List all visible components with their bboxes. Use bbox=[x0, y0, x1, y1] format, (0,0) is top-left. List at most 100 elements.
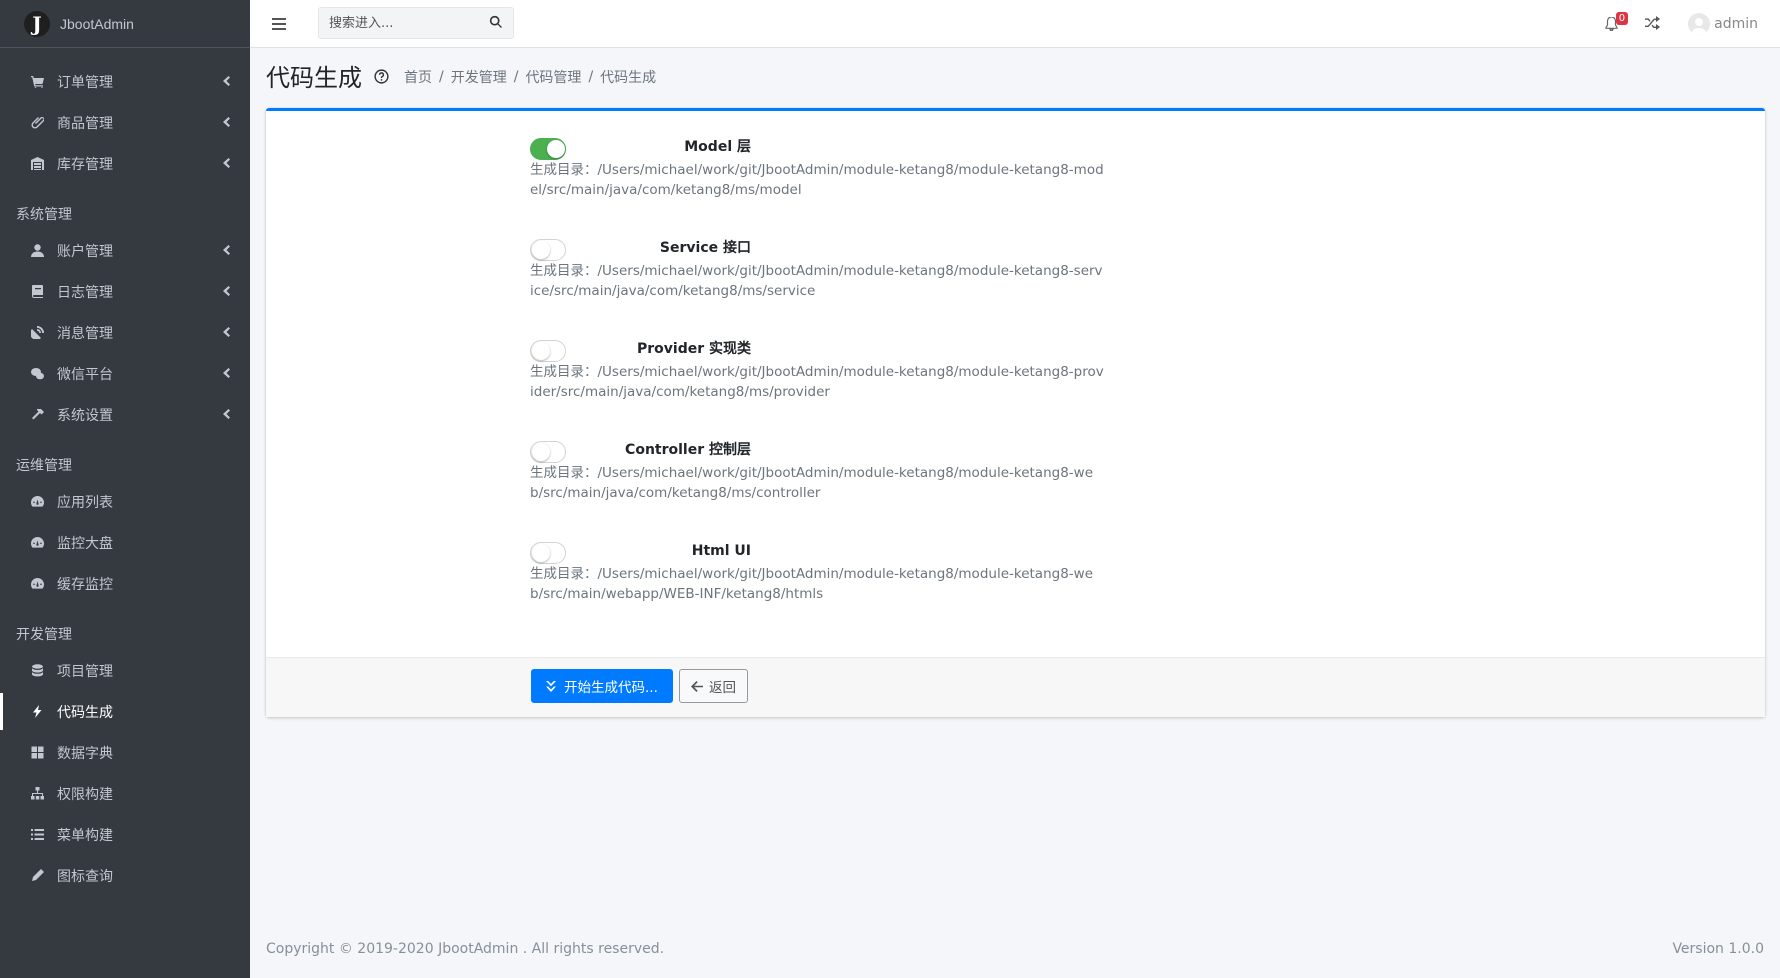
chevron-left-icon bbox=[220, 325, 232, 339]
sidebar-item-grid[interactable]: 数据字典 bbox=[0, 732, 250, 773]
topbar-right: 0 admin bbox=[1600, 0, 1758, 48]
breadcrumb-code-management[interactable]: 代码管理 bbox=[525, 67, 581, 87]
tachometer-icon bbox=[29, 576, 45, 592]
form-row-label: Service 接口 bbox=[659, 240, 751, 256]
sidebar-section-header: 开发管理 bbox=[16, 627, 72, 643]
sidebar-item-satellite-dish[interactable]: 消息管理 bbox=[0, 312, 250, 353]
notifications-button[interactable]: 0 bbox=[1600, 12, 1629, 35]
list-icon bbox=[29, 827, 45, 843]
avatar bbox=[1688, 13, 1711, 35]
sidebar-nav: 订单管理 商品管理 库存管理 系统管理 账户管理 日志管理 消息管理 微信平台 系统设置 运维管理… bbox=[0, 48, 250, 896]
double-chevron-down-icon bbox=[546, 680, 556, 692]
sidebar-item-label: 应用列表 bbox=[57, 494, 113, 511]
sidebar-item-label: 账户管理 bbox=[57, 243, 113, 260]
hammer-icon bbox=[29, 407, 45, 423]
grid-icon bbox=[29, 745, 45, 761]
sidebar-item-label: 商品管理 bbox=[57, 115, 113, 132]
generate-code-button[interactable]: 开始生成代码... bbox=[531, 669, 673, 703]
breadcrumb-current: 代码生成 bbox=[600, 70, 657, 86]
sidebar-item-label: 微信平台 bbox=[57, 366, 113, 383]
sidebar-item-bolt[interactable]: 代码生成 bbox=[0, 691, 250, 732]
brand-name: JbootAdmin bbox=[60, 15, 134, 32]
search-icon[interactable] bbox=[489, 15, 505, 31]
toggle-knob bbox=[532, 342, 550, 360]
satellite-dish-icon bbox=[29, 325, 45, 341]
question-circle-icon[interactable] bbox=[374, 69, 390, 85]
database-icon bbox=[29, 663, 45, 679]
tachometer-icon bbox=[29, 494, 45, 510]
version-text: Version 1.0.0 bbox=[1672, 941, 1764, 957]
form-row-label: Provider 实现类 bbox=[636, 341, 751, 357]
chevron-left-icon bbox=[220, 407, 232, 421]
toggle-knob bbox=[532, 241, 550, 259]
sidebar-item-label: 消息管理 bbox=[57, 325, 113, 342]
code-gen-card: Model 层生成目录：/Users/michael/work/git/Jboo… bbox=[266, 108, 1765, 717]
toggle-switch[interactable] bbox=[530, 239, 566, 261]
toggle-switch[interactable] bbox=[530, 542, 566, 564]
sidebar-item-cart[interactable]: 订单管理 bbox=[0, 61, 250, 102]
sidebar-item-label: 图标查询 bbox=[57, 868, 113, 885]
search-box bbox=[318, 7, 514, 39]
brand[interactable]: J JbootAdmin bbox=[0, 0, 250, 48]
paperclip-icon bbox=[29, 115, 45, 131]
chevron-left-icon bbox=[220, 243, 232, 257]
toggle-knob bbox=[532, 544, 550, 562]
cart-icon bbox=[29, 74, 45, 90]
user-menu[interactable]: admin bbox=[1688, 13, 1758, 35]
chevron-left-icon bbox=[220, 284, 232, 298]
sidebar-item-tachometer[interactable]: 缓存监控 bbox=[0, 563, 250, 604]
chevron-left-icon bbox=[220, 74, 232, 88]
shuffle-icon[interactable] bbox=[1644, 16, 1662, 32]
sidebar-item-label: 监控大盘 bbox=[57, 535, 113, 552]
bolt-icon bbox=[29, 704, 45, 720]
output-path-text: 生成目录：/Users/michael/work/git/JbootAdmin/… bbox=[530, 364, 1104, 400]
sidebar-item-database[interactable]: 项目管理 bbox=[0, 650, 250, 691]
sidebar-item-user[interactable]: 账户管理 bbox=[0, 230, 250, 271]
sidebar-item-book[interactable]: 日志管理 bbox=[0, 271, 250, 312]
sidebar-item-sitemap[interactable]: 权限构建 bbox=[0, 773, 250, 814]
sidebar-item-pen[interactable]: 图标查询 bbox=[0, 855, 250, 896]
sidebar-item-label: 缓存监控 bbox=[57, 576, 113, 593]
toggle-switch[interactable] bbox=[530, 441, 566, 463]
content-header: 代码生成 首页 / 开发管理 / 代码管理 / 代码生成 bbox=[266, 58, 656, 92]
sidebar-item-label: 代码生成 bbox=[57, 704, 113, 721]
sidebar: J JbootAdmin 订单管理 商品管理 库存管理 系统管理 账户管理 日志管理 消息管… bbox=[0, 0, 250, 978]
sidebar-item-tachometer[interactable]: 监控大盘 bbox=[0, 522, 250, 563]
notification-badge: 0 bbox=[1615, 12, 1629, 25]
tachometer-icon bbox=[29, 535, 45, 551]
sidebar-item-paperclip[interactable]: 商品管理 bbox=[0, 102, 250, 143]
toggle-switch[interactable] bbox=[530, 340, 566, 362]
output-path-text: 生成目录：/Users/michael/work/git/JbootAdmin/… bbox=[530, 162, 1104, 198]
toggle-switch[interactable] bbox=[530, 138, 566, 160]
sidebar-item-list[interactable]: 菜单构建 bbox=[0, 814, 250, 855]
wechat-icon bbox=[29, 366, 45, 382]
chevron-left-icon bbox=[220, 156, 232, 170]
search-input[interactable] bbox=[319, 8, 479, 38]
sidebar-item-label: 菜单构建 bbox=[57, 827, 113, 844]
sidebar-item-tachometer[interactable]: 应用列表 bbox=[0, 481, 250, 522]
user-icon bbox=[29, 243, 45, 259]
book-icon bbox=[29, 284, 45, 300]
form-row-label: Controller 控制层 bbox=[625, 442, 751, 458]
page-title: 代码生成 bbox=[266, 63, 362, 92]
toggle-knob bbox=[532, 443, 550, 461]
sidebar-item-label: 项目管理 bbox=[57, 663, 113, 680]
output-path-text: 生成目录：/Users/michael/work/git/JbootAdmin/… bbox=[530, 566, 1094, 602]
pen-icon bbox=[29, 868, 45, 884]
sidebar-item-hammer[interactable]: 系统设置 bbox=[0, 394, 250, 435]
brand-logo: J bbox=[24, 10, 50, 37]
form-row-label: Model 层 bbox=[684, 139, 751, 155]
breadcrumb-home[interactable]: 首页 bbox=[404, 67, 432, 87]
output-path-text: 生成目录：/Users/michael/work/git/JbootAdmin/… bbox=[530, 465, 1094, 501]
breadcrumb-dev-management[interactable]: 开发管理 bbox=[451, 67, 507, 87]
sidebar-item-label: 订单管理 bbox=[57, 74, 113, 91]
menu-toggle-icon[interactable] bbox=[272, 18, 286, 30]
chevron-left-icon bbox=[220, 115, 232, 129]
breadcrumb: 首页 / 开发管理 / 代码管理 / 代码生成 bbox=[404, 67, 656, 87]
sidebar-item-label: 日志管理 bbox=[57, 284, 113, 301]
topbar: 0 admin bbox=[250, 0, 1780, 48]
back-button[interactable]: 返回 bbox=[679, 669, 748, 703]
sidebar-item-warehouse[interactable]: 库存管理 bbox=[0, 143, 250, 184]
chevron-left-icon bbox=[220, 366, 232, 380]
sidebar-item-wechat[interactable]: 微信平台 bbox=[0, 353, 250, 394]
